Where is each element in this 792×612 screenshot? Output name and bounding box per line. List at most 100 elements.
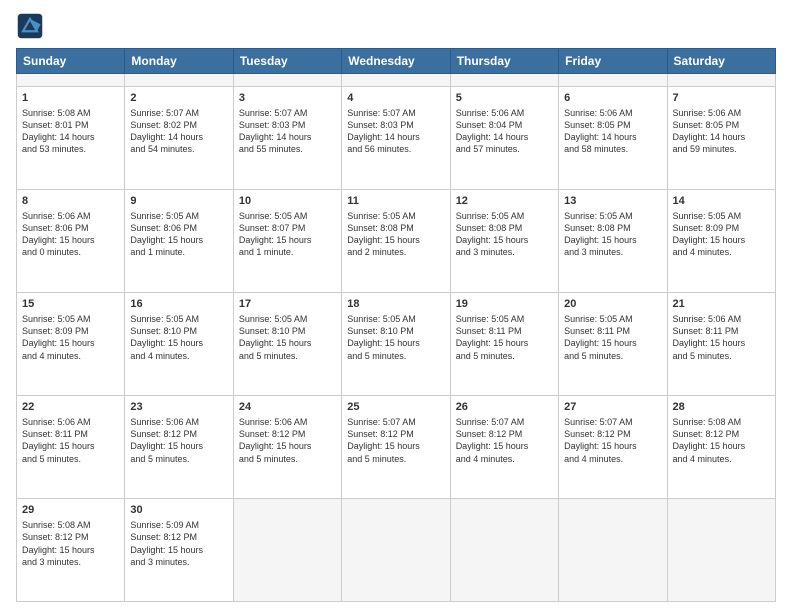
logo-icon: [16, 12, 44, 40]
day-number: 29: [22, 503, 119, 518]
week-row-0: [17, 74, 776, 87]
weekday-tuesday: Tuesday: [233, 49, 341, 74]
day-info: Sunrise: 5:08 AM Sunset: 8:01 PM Dayligh…: [22, 107, 119, 156]
calendar-cell: 15Sunrise: 5:05 AM Sunset: 8:09 PM Dayli…: [17, 292, 125, 395]
calendar-cell: [233, 498, 341, 601]
calendar-cell: 22Sunrise: 5:06 AM Sunset: 8:11 PM Dayli…: [17, 395, 125, 498]
calendar-cell: 19Sunrise: 5:05 AM Sunset: 8:11 PM Dayli…: [450, 292, 558, 395]
day-number: 3: [239, 91, 336, 106]
day-number: 2: [130, 91, 227, 106]
day-info: Sunrise: 5:05 AM Sunset: 8:10 PM Dayligh…: [130, 313, 227, 362]
calendar-cell: 13Sunrise: 5:05 AM Sunset: 8:08 PM Dayli…: [559, 189, 667, 292]
page: SundayMondayTuesdayWednesdayThursdayFrid…: [0, 0, 792, 612]
day-info: Sunrise: 5:05 AM Sunset: 8:08 PM Dayligh…: [347, 210, 444, 259]
calendar-cell: 24Sunrise: 5:06 AM Sunset: 8:12 PM Dayli…: [233, 395, 341, 498]
calendar-cell: [559, 498, 667, 601]
day-info: Sunrise: 5:06 AM Sunset: 8:05 PM Dayligh…: [673, 107, 770, 156]
calendar-cell: 8Sunrise: 5:06 AM Sunset: 8:06 PM Daylig…: [17, 189, 125, 292]
day-number: 24: [239, 400, 336, 415]
day-info: Sunrise: 5:05 AM Sunset: 8:06 PM Dayligh…: [130, 210, 227, 259]
week-row-1: 1Sunrise: 5:08 AM Sunset: 8:01 PM Daylig…: [17, 86, 776, 189]
day-number: 7: [673, 91, 770, 106]
weekday-monday: Monday: [125, 49, 233, 74]
calendar-cell: [667, 498, 775, 601]
calendar-cell: 18Sunrise: 5:05 AM Sunset: 8:10 PM Dayli…: [342, 292, 450, 395]
week-row-4: 22Sunrise: 5:06 AM Sunset: 8:11 PM Dayli…: [17, 395, 776, 498]
day-number: 14: [673, 194, 770, 209]
day-number: 16: [130, 297, 227, 312]
calendar-cell: [342, 74, 450, 87]
day-info: Sunrise: 5:05 AM Sunset: 8:08 PM Dayligh…: [564, 210, 661, 259]
day-number: 1: [22, 91, 119, 106]
day-info: Sunrise: 5:06 AM Sunset: 8:12 PM Dayligh…: [130, 416, 227, 465]
calendar-cell: 4Sunrise: 5:07 AM Sunset: 8:03 PM Daylig…: [342, 86, 450, 189]
calendar-cell: 27Sunrise: 5:07 AM Sunset: 8:12 PM Dayli…: [559, 395, 667, 498]
day-info: Sunrise: 5:05 AM Sunset: 8:08 PM Dayligh…: [456, 210, 553, 259]
day-info: Sunrise: 5:08 AM Sunset: 8:12 PM Dayligh…: [22, 519, 119, 568]
day-info: Sunrise: 5:07 AM Sunset: 8:12 PM Dayligh…: [347, 416, 444, 465]
calendar-cell: [667, 74, 775, 87]
logo: [16, 12, 48, 40]
day-number: 28: [673, 400, 770, 415]
day-number: 8: [22, 194, 119, 209]
header: [16, 12, 776, 40]
day-info: Sunrise: 5:05 AM Sunset: 8:07 PM Dayligh…: [239, 210, 336, 259]
calendar-cell: 28Sunrise: 5:08 AM Sunset: 8:12 PM Dayli…: [667, 395, 775, 498]
calendar-cell: [17, 74, 125, 87]
calendar-cell: 26Sunrise: 5:07 AM Sunset: 8:12 PM Dayli…: [450, 395, 558, 498]
calendar-cell: 12Sunrise: 5:05 AM Sunset: 8:08 PM Dayli…: [450, 189, 558, 292]
day-number: 5: [456, 91, 553, 106]
calendar-cell: [450, 498, 558, 601]
weekday-sunday: Sunday: [17, 49, 125, 74]
day-info: Sunrise: 5:06 AM Sunset: 8:06 PM Dayligh…: [22, 210, 119, 259]
calendar-cell: 10Sunrise: 5:05 AM Sunset: 8:07 PM Dayli…: [233, 189, 341, 292]
calendar-cell: 30Sunrise: 5:09 AM Sunset: 8:12 PM Dayli…: [125, 498, 233, 601]
calendar-cell: 14Sunrise: 5:05 AM Sunset: 8:09 PM Dayli…: [667, 189, 775, 292]
weekday-wednesday: Wednesday: [342, 49, 450, 74]
calendar-cell: 20Sunrise: 5:05 AM Sunset: 8:11 PM Dayli…: [559, 292, 667, 395]
calendar-cell: [559, 74, 667, 87]
calendar-cell: 3Sunrise: 5:07 AM Sunset: 8:03 PM Daylig…: [233, 86, 341, 189]
day-number: 15: [22, 297, 119, 312]
calendar-cell: 6Sunrise: 5:06 AM Sunset: 8:05 PM Daylig…: [559, 86, 667, 189]
day-info: Sunrise: 5:06 AM Sunset: 8:11 PM Dayligh…: [673, 313, 770, 362]
day-number: 30: [130, 503, 227, 518]
day-info: Sunrise: 5:09 AM Sunset: 8:12 PM Dayligh…: [130, 519, 227, 568]
day-number: 10: [239, 194, 336, 209]
day-info: Sunrise: 5:07 AM Sunset: 8:02 PM Dayligh…: [130, 107, 227, 156]
day-info: Sunrise: 5:07 AM Sunset: 8:12 PM Dayligh…: [564, 416, 661, 465]
day-info: Sunrise: 5:07 AM Sunset: 8:12 PM Dayligh…: [456, 416, 553, 465]
calendar-cell: 23Sunrise: 5:06 AM Sunset: 8:12 PM Dayli…: [125, 395, 233, 498]
day-info: Sunrise: 5:05 AM Sunset: 8:10 PM Dayligh…: [239, 313, 336, 362]
week-row-2: 8Sunrise: 5:06 AM Sunset: 8:06 PM Daylig…: [17, 189, 776, 292]
day-number: 18: [347, 297, 444, 312]
day-info: Sunrise: 5:05 AM Sunset: 8:09 PM Dayligh…: [673, 210, 770, 259]
weekday-header-row: SundayMondayTuesdayWednesdayThursdayFrid…: [17, 49, 776, 74]
day-info: Sunrise: 5:06 AM Sunset: 8:11 PM Dayligh…: [22, 416, 119, 465]
day-number: 23: [130, 400, 227, 415]
calendar-cell: 2Sunrise: 5:07 AM Sunset: 8:02 PM Daylig…: [125, 86, 233, 189]
calendar-cell: 7Sunrise: 5:06 AM Sunset: 8:05 PM Daylig…: [667, 86, 775, 189]
day-info: Sunrise: 5:05 AM Sunset: 8:11 PM Dayligh…: [564, 313, 661, 362]
calendar-cell: [125, 74, 233, 87]
calendar-cell: 5Sunrise: 5:06 AM Sunset: 8:04 PM Daylig…: [450, 86, 558, 189]
calendar-cell: 21Sunrise: 5:06 AM Sunset: 8:11 PM Dayli…: [667, 292, 775, 395]
weekday-friday: Friday: [559, 49, 667, 74]
calendar-table: SundayMondayTuesdayWednesdayThursdayFrid…: [16, 48, 776, 602]
day-number: 9: [130, 194, 227, 209]
day-info: Sunrise: 5:06 AM Sunset: 8:12 PM Dayligh…: [239, 416, 336, 465]
day-info: Sunrise: 5:07 AM Sunset: 8:03 PM Dayligh…: [347, 107, 444, 156]
day-number: 22: [22, 400, 119, 415]
day-number: 4: [347, 91, 444, 106]
calendar-cell: 17Sunrise: 5:05 AM Sunset: 8:10 PM Dayli…: [233, 292, 341, 395]
day-number: 13: [564, 194, 661, 209]
calendar-cell: 29Sunrise: 5:08 AM Sunset: 8:12 PM Dayli…: [17, 498, 125, 601]
day-number: 11: [347, 194, 444, 209]
day-info: Sunrise: 5:05 AM Sunset: 8:10 PM Dayligh…: [347, 313, 444, 362]
day-number: 19: [456, 297, 553, 312]
day-info: Sunrise: 5:06 AM Sunset: 8:05 PM Dayligh…: [564, 107, 661, 156]
calendar-cell: 1Sunrise: 5:08 AM Sunset: 8:01 PM Daylig…: [17, 86, 125, 189]
week-row-5: 29Sunrise: 5:08 AM Sunset: 8:12 PM Dayli…: [17, 498, 776, 601]
week-row-3: 15Sunrise: 5:05 AM Sunset: 8:09 PM Dayli…: [17, 292, 776, 395]
day-number: 21: [673, 297, 770, 312]
